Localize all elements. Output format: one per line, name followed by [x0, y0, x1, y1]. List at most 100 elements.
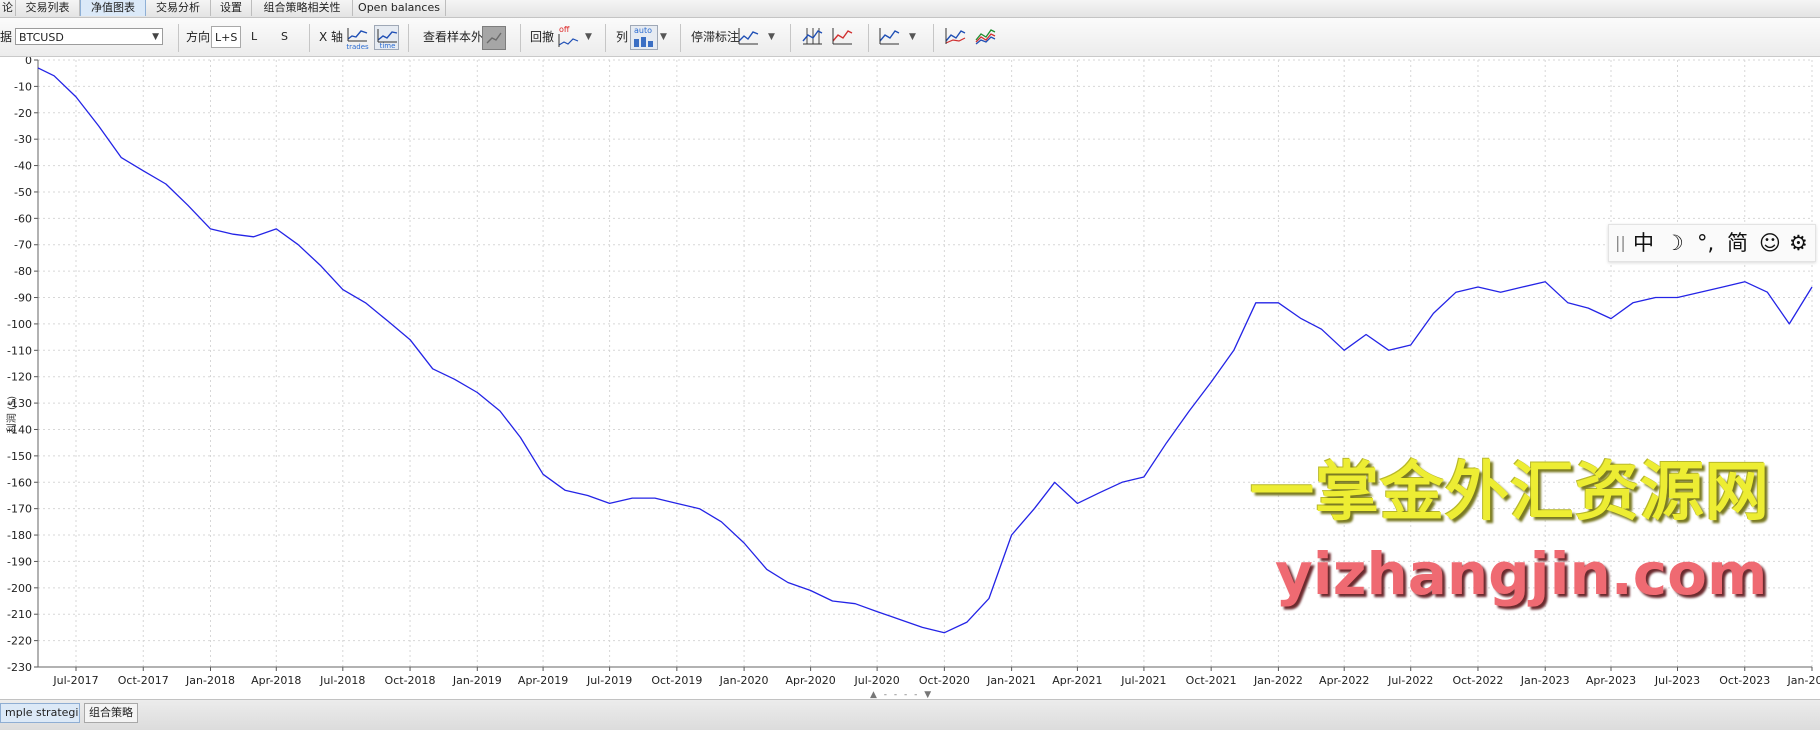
x-tick-label: Jan-2022 — [1253, 674, 1303, 687]
chart-toolbar: 据 BTCUSD ▼ 方向 L+S L S X 轴 trades time 查看… — [0, 18, 1820, 57]
time-caption: time — [379, 42, 396, 50]
drawdown-button[interactable]: off — [556, 25, 581, 50]
tab-equity-chart[interactable]: 净值图表 — [80, 0, 146, 16]
chart-view-dropdown-icon[interactable]: ▼ — [909, 32, 916, 42]
y-tick-label: -140 — [7, 423, 32, 436]
bottom-tab-bar: mple strategies 组合策略 — [0, 699, 1820, 730]
chart-view-button-4[interactable] — [943, 25, 968, 50]
moon-icon[interactable]: ☽ — [1665, 225, 1684, 261]
x-tick-label: Apr-2019 — [518, 674, 568, 687]
y-tick-label: -90 — [14, 292, 32, 305]
direction-ls-button[interactable]: L+S — [211, 26, 242, 48]
column-state: auto — [634, 26, 653, 35]
x-tick-label: Oct-2023 — [1719, 674, 1770, 687]
toolbar-divider — [933, 24, 934, 52]
symbol-value: BTCUSD — [19, 31, 64, 44]
y-tick-label: -40 — [14, 160, 32, 173]
x-tick-label: Jan-2023 — [1520, 674, 1570, 687]
ime-toolbar: || 中 ☽ °, 简 ☺ ⚙ — [1608, 224, 1816, 262]
x-tick-label: Jan-2019 — [452, 674, 502, 687]
stagnation-dropdown-icon[interactable]: ▼ — [768, 32, 775, 42]
x-tick-label: Oct-2022 — [1452, 674, 1503, 687]
y-tick-label: -110 — [7, 344, 32, 357]
chart-view-button-1[interactable] — [800, 25, 825, 50]
grid-chart-icon — [802, 28, 823, 45]
tab-overview[interactable]: 论 — [0, 0, 16, 16]
xaxis-trades-button[interactable]: trades — [345, 25, 370, 51]
toolbar-divider — [790, 24, 791, 52]
tab-settings[interactable]: 设置 — [211, 0, 252, 16]
direction-short-button[interactable]: S — [281, 28, 288, 46]
drawdown-dropdown-icon[interactable]: ▼ — [585, 32, 592, 42]
out-of-sample-label: 查看样本外 — [423, 30, 484, 44]
tab-portfolio-strategies[interactable]: 组合策略 — [84, 703, 138, 723]
tab-trade-analysis[interactable]: 交易分析 — [146, 0, 211, 16]
chart-view-button-5[interactable] — [973, 25, 998, 50]
y-tick-label: -60 — [14, 212, 32, 225]
ime-chinese-toggle[interactable]: 中 — [1633, 225, 1654, 261]
y-tick-label: -190 — [7, 555, 32, 568]
tab-bar: 论 交易列表 净值图表 交易分析 设置 组合策略相关性 Open balance… — [0, 0, 1820, 18]
tab-open-balances[interactable]: Open balances — [353, 0, 446, 16]
column-label: 列 — [616, 30, 629, 44]
x-tick-label: Jan-2021 — [986, 674, 1036, 687]
stagnation-button[interactable] — [736, 25, 761, 50]
x-tick-label: Jul-2018 — [319, 674, 365, 687]
x-tick-label: Apr-2021 — [1052, 674, 1102, 687]
bar-columns-icon — [634, 37, 653, 47]
y-tick-label: -100 — [7, 318, 32, 331]
y-tick-label: -160 — [7, 476, 32, 489]
y-tick-label: -10 — [14, 80, 32, 93]
time-chart-icon — [377, 29, 398, 43]
symbol-select[interactable]: BTCUSD ▼ — [15, 28, 163, 45]
x-tick-label: Apr-2023 — [1586, 674, 1636, 687]
y-tick-label: -30 — [14, 133, 32, 146]
x-tick-label: Jan-2020 — [719, 674, 769, 687]
y-tick-label: -80 — [14, 265, 32, 278]
out-of-sample-toggle[interactable] — [482, 26, 506, 50]
drawdown-label: 回撤 — [530, 30, 555, 44]
y-tick-label: -180 — [7, 529, 32, 542]
chart-view-button-3[interactable] — [877, 25, 902, 50]
toolbar-divider — [868, 24, 869, 52]
drawdown-chart-icon — [558, 34, 579, 47]
x-tick-label: Oct-2018 — [385, 674, 436, 687]
toolbar-divider — [309, 24, 310, 52]
trades-chart-icon — [347, 28, 368, 42]
y-tick-label: -200 — [7, 582, 32, 595]
watermark-chinese: 一掌金外汇资源网 — [1250, 456, 1770, 530]
tab-portfolio-correlation[interactable]: 组合策略相关性 — [252, 0, 353, 16]
ime-handle-icon[interactable]: || — [1615, 225, 1626, 261]
x-tick-label: Jan-2024 — [1787, 674, 1820, 687]
y-tick-label: -120 — [7, 371, 32, 384]
tab-sample-strategies[interactable]: mple strategies — [0, 703, 80, 723]
stagnation-label: 停滞标注 — [691, 30, 740, 44]
x-tick-label: Jul-2019 — [586, 674, 632, 687]
x-tick-label: Apr-2020 — [785, 674, 835, 687]
toolbar-divider — [178, 24, 179, 52]
column-button[interactable]: auto — [630, 25, 658, 50]
simplified-toggle[interactable]: 简 — [1727, 225, 1748, 261]
y-tick-label: -170 — [7, 503, 32, 516]
x-tick-label: Oct-2017 — [118, 674, 169, 687]
toolbar-divider — [408, 24, 409, 52]
punctuation-toggle[interactable]: °, — [1697, 225, 1714, 261]
x-tick-label: Jul-2021 — [1120, 674, 1166, 687]
xaxis-time-button[interactable]: time — [374, 25, 399, 50]
gear-icon[interactable]: ⚙ — [1789, 225, 1808, 261]
direction-long-button[interactable]: L — [251, 28, 257, 46]
x-tick-label: Apr-2018 — [251, 674, 301, 687]
y-tick-label: -20 — [14, 107, 32, 120]
column-dropdown-icon[interactable]: ▼ — [660, 32, 667, 42]
oos-chart-icon — [486, 32, 502, 44]
compare-chart-icon — [945, 28, 966, 44]
x-tick-label: Oct-2020 — [919, 674, 970, 687]
y-tick-label: -150 — [7, 450, 32, 463]
toolbar-divider — [520, 24, 521, 52]
y-tick-label: 0 — [25, 57, 32, 67]
y-tick-label: -210 — [7, 608, 32, 621]
chart-view-button-2[interactable] — [830, 25, 855, 50]
multi-series-chart-icon — [975, 29, 996, 45]
smiley-icon[interactable]: ☺ — [1759, 225, 1781, 261]
tab-trade-list[interactable]: 交易列表 — [16, 0, 80, 16]
